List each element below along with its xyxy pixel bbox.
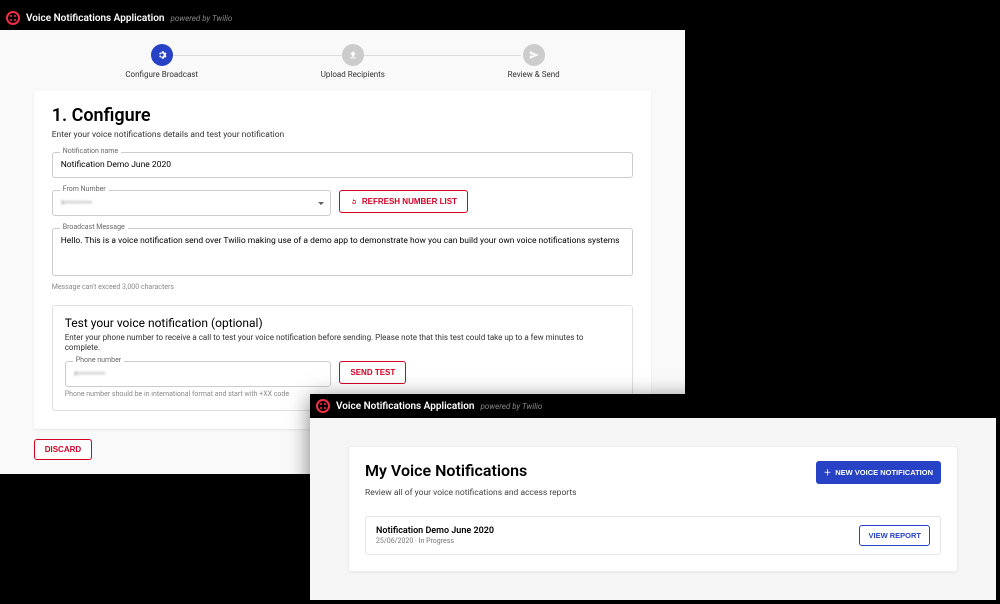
step-label: Configure Broadcast [125, 70, 198, 79]
test-description: Enter your phone number to receive a cal… [65, 333, 621, 353]
upload-icon [342, 44, 364, 66]
view-report-button[interactable]: VIEW REPORT [859, 525, 930, 546]
send-test-button[interactable]: SEND TEST [339, 361, 406, 384]
name-label: Notification name [60, 147, 121, 155]
notification-name-input[interactable] [52, 152, 634, 178]
new-notification-label: NEW VOICE NOTIFICATION [835, 468, 933, 477]
powered-by-label-2: powered by Twilio [480, 402, 542, 411]
step-label: Review & Send [508, 70, 560, 79]
page-title: 1. Configure [52, 105, 634, 126]
powered-by-label: powered by Twilio [170, 14, 232, 23]
phone-value: +•••••••••• [74, 369, 106, 378]
message-helper: Message can't exceed 3,000 characters [52, 283, 634, 291]
test-title: Test your voice notification (optional) [65, 316, 621, 330]
send-icon [523, 44, 545, 66]
wizard-stepper: Configure Broadcast Upload Recipients Re… [64, 44, 621, 79]
page-subtitle: Enter your voice notifications details a… [52, 130, 634, 140]
list-window: Voice Notifications Application powered … [310, 394, 996, 600]
list-subheading: Review all of your voice notifications a… [365, 488, 941, 498]
app-topbar-2: Voice Notifications Application powered … [310, 394, 996, 418]
app-title-2: Voice Notifications Application [336, 401, 474, 412]
send-test-label: SEND TEST [350, 368, 395, 377]
from-number-value: +•••••••••• [61, 198, 93, 207]
phone-label: Phone number [73, 356, 124, 364]
from-number-select[interactable]: +•••••••••• [52, 190, 331, 216]
twilio-logo-icon [6, 11, 20, 25]
refresh-icon [350, 198, 358, 206]
new-notification-button[interactable]: ＋ NEW VOICE NOTIFICATION [816, 461, 941, 484]
refresh-number-button[interactable]: REFRESH NUMBER LIST [339, 190, 468, 213]
step-configure[interactable]: Configure Broadcast [125, 44, 198, 79]
app-title: Voice Notifications Application [26, 13, 164, 24]
step-label: Upload Recipients [321, 70, 385, 79]
refresh-label: REFRESH NUMBER LIST [362, 197, 457, 206]
list-heading: My Voice Notifications [365, 461, 527, 480]
notifications-card: My Voice Notifications ＋ NEW VOICE NOTIF… [348, 446, 958, 572]
from-label: From Number [60, 185, 109, 193]
notification-item-meta: 25/06/2020 · In Progress [376, 537, 494, 545]
phone-number-input[interactable]: +•••••••••• [65, 361, 332, 387]
notification-list-item[interactable]: Notification Demo June 2020 25/06/2020 ·… [365, 516, 941, 555]
broadcast-message-input[interactable] [52, 228, 634, 276]
twilio-logo-icon [316, 399, 330, 413]
step-review[interactable]: Review & Send [508, 44, 560, 79]
step-upload[interactable]: Upload Recipients [321, 44, 385, 79]
app-topbar: Voice Notifications Application powered … [0, 6, 685, 30]
notification-item-title: Notification Demo June 2020 [376, 526, 494, 536]
plus-icon: ＋ [824, 467, 832, 478]
configure-card: 1. Configure Enter your voice notificati… [34, 91, 652, 429]
gear-icon [151, 44, 173, 66]
discard-button[interactable]: DISCARD [34, 439, 92, 460]
message-label: Broadcast Message [60, 223, 128, 231]
